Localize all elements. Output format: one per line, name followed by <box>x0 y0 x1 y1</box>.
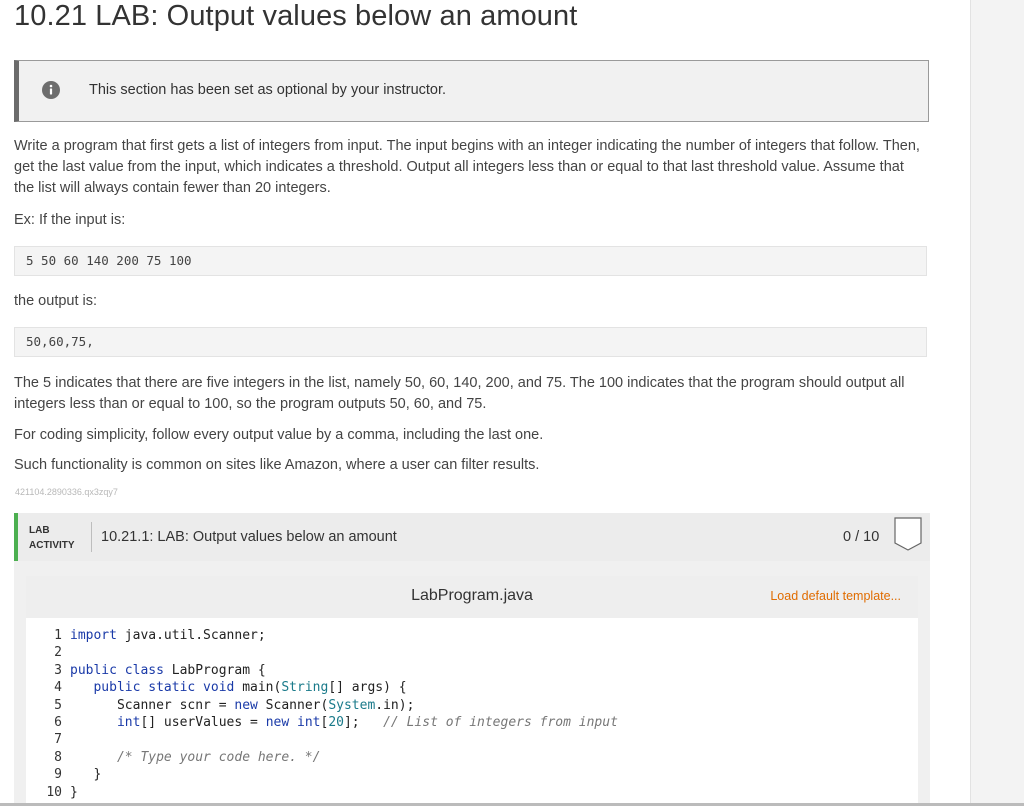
code-line[interactable]: /* Type your code here. */ <box>70 750 321 765</box>
line-number: 9 <box>54 767 62 782</box>
file-bar: LabProgram.java Load default template... <box>26 576 918 618</box>
line-number: 3 <box>54 663 62 678</box>
code-comment: // List of integers from input <box>383 715 618 730</box>
comma-note: For coding simplicity, follow every outp… <box>14 427 544 443</box>
code-line[interactable]: public class LabProgram { <box>70 663 266 678</box>
lab-activity-card: LAB ACTIVITY 10.21.1: LAB: Output values… <box>14 513 930 806</box>
code-token: public class <box>70 663 164 678</box>
example-input-box: 5 50 60 140 200 75 100 <box>14 246 927 276</box>
explanation-text: The 5 indicates that there are five inte… <box>14 375 905 412</box>
code-line[interactable]: } <box>70 767 101 782</box>
activity-code-id: 421104.2890336.qx3zqy7 <box>15 487 118 497</box>
code-token: String <box>281 680 329 695</box>
line-number: 1 <box>54 628 62 643</box>
code-line[interactable]: import java.util.Scanner; <box>70 628 266 643</box>
line-number: 5 <box>54 698 62 713</box>
info-icon <box>42 81 60 99</box>
code-line[interactable]: public static void main(String[] args) { <box>70 680 406 695</box>
lab-type-line2: ACTIVITY <box>29 540 75 551</box>
code-token: System <box>328 698 376 713</box>
right-sidebar <box>970 0 1024 806</box>
optional-notice: This section has been set as optional by… <box>14 60 929 122</box>
lab-title: 10.21.1: LAB: Output values below an amo… <box>101 529 397 545</box>
load-default-template-link[interactable]: Load default template... <box>770 589 901 603</box>
code-token: import <box>70 628 117 643</box>
content-panel: 10.21 LAB: Output values below an amount… <box>0 0 970 806</box>
page-title: 10.21 LAB: Output values below an amount <box>14 0 578 32</box>
line-number: 4 <box>54 680 62 695</box>
example-output-label: the output is: <box>14 293 98 309</box>
example-input-label: Ex: If the input is: <box>14 212 126 228</box>
example-output-box: 50,60,75, <box>14 327 927 357</box>
header-divider <box>91 522 92 552</box>
code-token: new <box>234 698 258 713</box>
line-number: 8 <box>54 750 62 765</box>
code-comment: /* Type your code here. */ <box>116 750 321 765</box>
lab-type-line1: LAB <box>29 525 50 536</box>
code-token: public static void <box>93 680 235 695</box>
code-token: new int <box>265 715 321 730</box>
code-editor-panel: LabProgram.java Load default template...… <box>26 576 918 806</box>
code-token: int <box>116 715 141 730</box>
line-number: 10 <box>46 785 62 800</box>
line-number: 2 <box>54 645 62 660</box>
line-number: 6 <box>54 715 62 730</box>
functionality-note: Such functionality is common on sites li… <box>14 457 540 473</box>
lab-header: LAB ACTIVITY 10.21.1: LAB: Output values… <box>14 513 930 561</box>
notice-text: This section has been set as optional by… <box>89 82 447 98</box>
lab-score: 0 / 10 <box>843 529 880 545</box>
lab-type-label: LAB ACTIVITY <box>29 523 75 553</box>
code-line[interactable]: } <box>70 785 78 800</box>
code-line[interactable]: Scanner scnr = new Scanner(System.in); <box>70 698 414 713</box>
code-token: 20 <box>328 715 344 730</box>
score-badge-icon <box>894 517 922 551</box>
code-line[interactable]: int[] userValues = new int[20]; // List … <box>70 715 618 730</box>
code-editor[interactable]: 1 import java.util.Scanner; 2 3 public c… <box>26 618 918 806</box>
problem-description: Write a program that first gets a list o… <box>14 138 920 196</box>
line-number: 7 <box>54 732 62 747</box>
